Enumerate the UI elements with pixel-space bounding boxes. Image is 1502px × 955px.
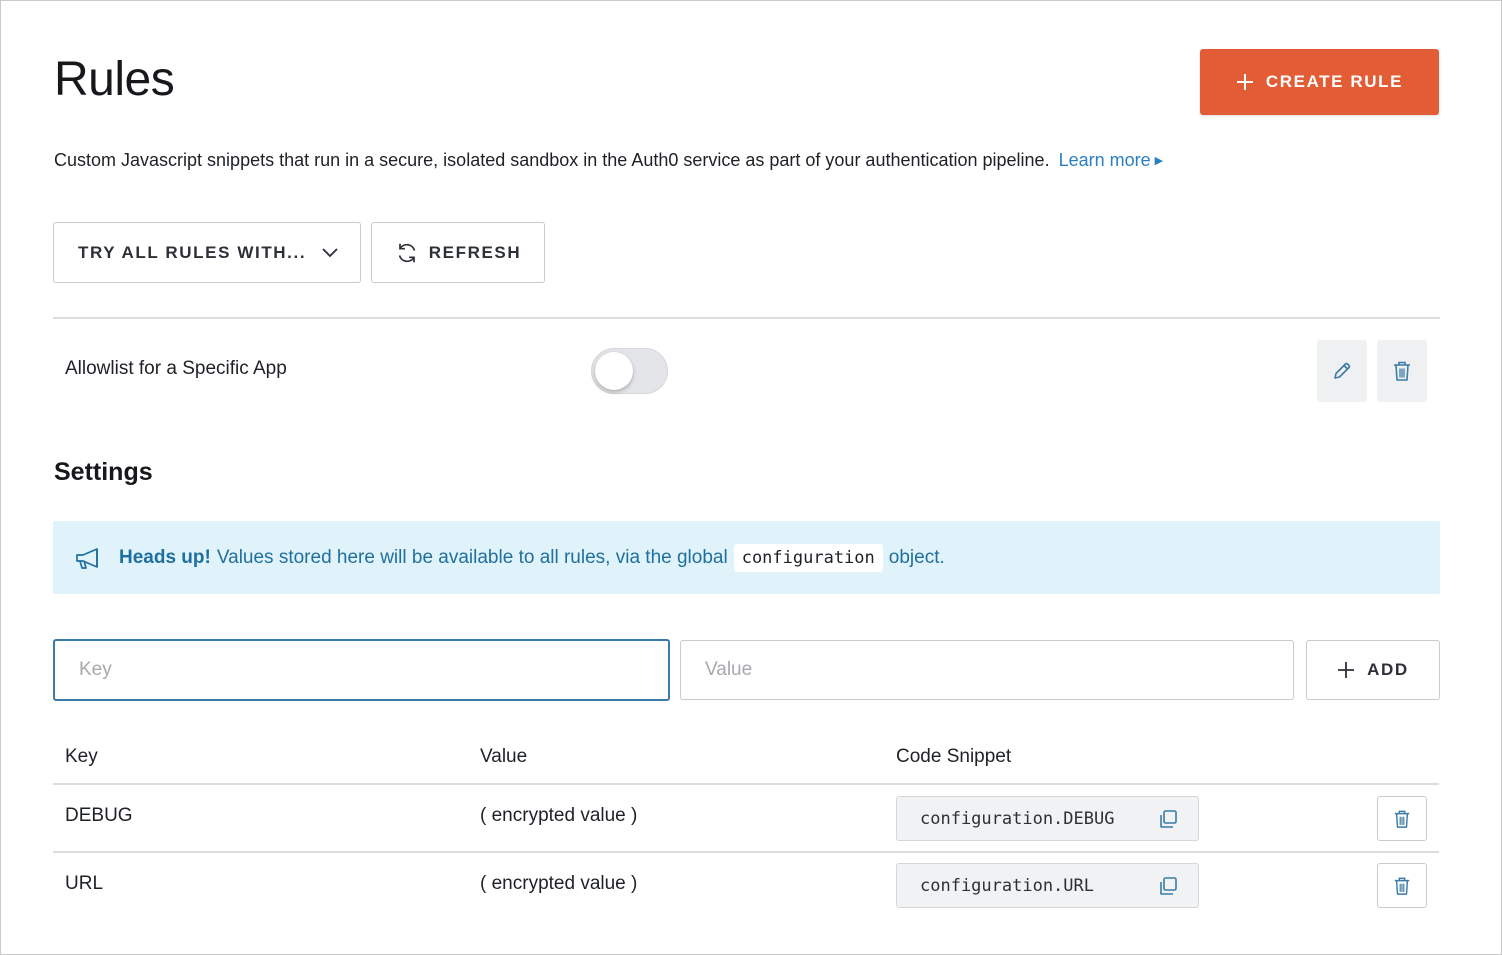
setting-key: URL	[65, 873, 104, 894]
heads-up-callout: Heads up! Values stored here will be ava…	[53, 521, 1440, 594]
copy-icon[interactable]	[1158, 876, 1178, 896]
settings-title: Settings	[54, 458, 153, 486]
divider	[53, 317, 1440, 319]
callout-code: configuration	[733, 543, 883, 572]
description-text: Custom Javascript snippets that run in a…	[54, 150, 1050, 170]
trash-icon	[1394, 361, 1410, 381]
key-input[interactable]	[53, 639, 670, 701]
toggle-knob	[595, 352, 633, 390]
edit-rule-button[interactable]	[1317, 340, 1367, 402]
column-header-key: Key	[65, 746, 98, 767]
plus-icon	[1236, 74, 1253, 90]
megaphone-icon	[76, 547, 98, 569]
trash-icon	[1394, 877, 1410, 895]
code-snippet-text: configuration.URL	[920, 875, 1094, 896]
setting-value: ( encrypted value )	[480, 873, 638, 894]
column-header-value: Value	[480, 746, 528, 767]
column-header-code-snippet: Code Snippet	[896, 746, 1012, 767]
delete-rule-button[interactable]	[1377, 340, 1427, 402]
chevron-down-icon	[322, 247, 338, 257]
page-frame	[0, 0, 1502, 955]
code-snippet: configuration.URL	[896, 863, 1199, 908]
value-input[interactable]	[680, 640, 1294, 700]
rule-enabled-toggle[interactable]	[591, 348, 668, 394]
try-all-rules-dropdown[interactable]: TRY ALL RULES WITH...	[53, 222, 361, 283]
play-arrow-icon: ▶	[1154, 155, 1164, 167]
refresh-button[interactable]: REFRESH	[371, 222, 545, 283]
create-rule-button[interactable]: CREATE RULE	[1200, 49, 1439, 115]
create-rule-label: CREATE RULE	[1265, 72, 1404, 91]
delete-setting-button[interactable]	[1377, 863, 1427, 908]
delete-setting-button[interactable]	[1377, 796, 1427, 841]
learn-more-label: Learn more	[1058, 150, 1151, 170]
try-all-rules-label: TRY ALL RULES WITH...	[78, 242, 307, 262]
setting-key: DEBUG	[65, 805, 133, 826]
callout-text: Values stored here will be available to …	[216, 546, 728, 568]
plus-icon	[1338, 662, 1355, 678]
code-snippet-text: configuration.DEBUG	[920, 808, 1115, 829]
refresh-icon	[398, 243, 416, 262]
row-divider	[53, 851, 1439, 853]
trash-icon	[1394, 810, 1410, 828]
callout-heading: Heads up!	[119, 546, 211, 568]
page-title: Rules	[54, 53, 175, 106]
refresh-label: REFRESH	[428, 242, 522, 262]
learn-more-link[interactable]: Learn more ▶	[1059, 150, 1164, 170]
add-setting-button[interactable]: ADD	[1306, 640, 1440, 700]
rule-name: Allowlist for a Specific App	[65, 358, 287, 379]
code-snippet: configuration.DEBUG	[896, 796, 1199, 841]
table-header-divider	[53, 783, 1439, 785]
add-label: ADD	[1367, 660, 1409, 679]
callout-text-end: object.	[888, 546, 945, 568]
page-description: Custom Javascript snippets that run in a…	[54, 150, 1163, 171]
copy-icon[interactable]	[1158, 809, 1178, 829]
setting-value: ( encrypted value )	[480, 805, 638, 826]
pencil-icon	[1334, 362, 1351, 379]
